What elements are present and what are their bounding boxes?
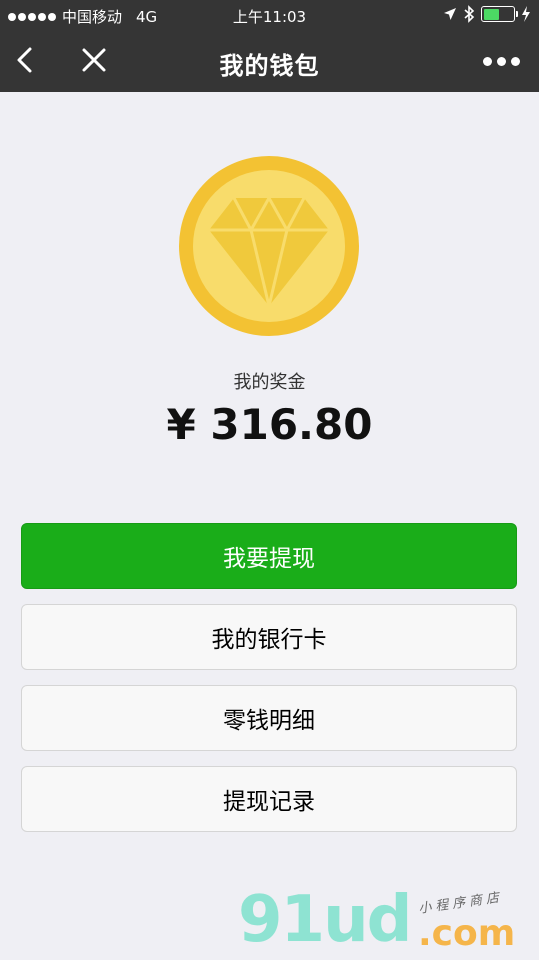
status-right [443, 5, 531, 23]
location-arrow-icon [444, 8, 456, 20]
watermark-logo: 91ud [238, 883, 412, 957]
bank-card-button[interactable]: 我的银行卡 [21, 604, 517, 670]
withdraw-button[interactable]: 我要提现 [21, 523, 517, 589]
withdraw-record-button[interactable]: 提现记录 [21, 766, 517, 832]
bonus-amount: ¥ 316.80 [166, 400, 373, 449]
change-detail-button[interactable]: 零钱明细 [21, 685, 517, 751]
watermark-domain: .com [418, 913, 516, 954]
battery-icon [481, 6, 518, 22]
charging-bolt-icon [522, 6, 530, 22]
diamond-coin-icon [179, 156, 359, 336]
bluetooth-icon [464, 5, 475, 23]
nav-bar: 我的钱包 [0, 30, 539, 92]
more-options-icon[interactable] [483, 52, 523, 70]
page-title: 我的钱包 [219, 52, 320, 80]
bonus-label: 我的奖金 [233, 372, 306, 393]
watermark: 91ud 小程序商店 .com [238, 880, 538, 960]
status-bar: 中国移动 4G 上午11:03 [0, 0, 539, 30]
